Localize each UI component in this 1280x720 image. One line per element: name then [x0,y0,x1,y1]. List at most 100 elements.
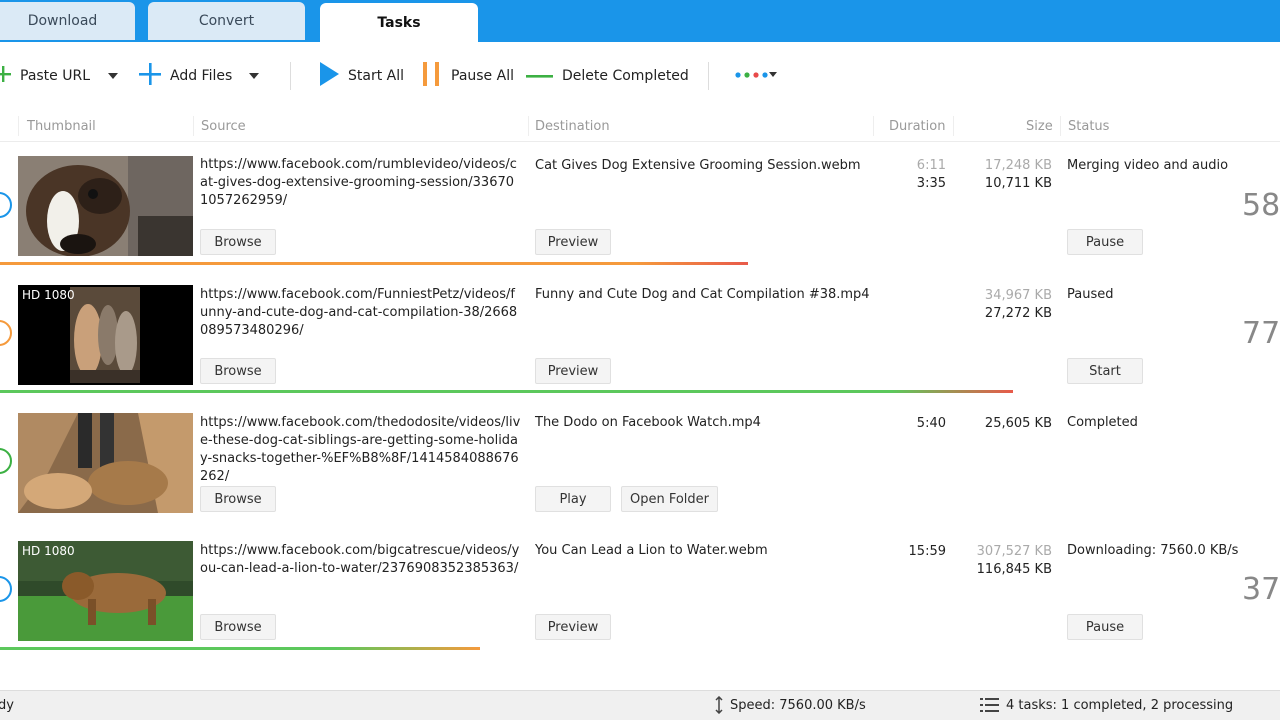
toolbar-divider [708,62,709,90]
column-thumbnail[interactable]: Thumbnail [27,119,96,134]
size-total: 307,527 KB [976,544,1052,559]
play-button[interactable]: Play [535,486,611,512]
size-total: 25,605 KB [984,416,1052,431]
more-dots-icon [734,68,782,84]
more-options-button[interactable] [734,62,782,90]
column-divider [18,116,19,136]
destination-filename: You Can Lead a Lion to Water.webm [535,543,768,558]
toolbar: Paste URL Add Files Start All Pause All … [0,42,1280,110]
task-row[interactable]: https://www.facebook.com/rumblevideo/vid… [0,142,1280,270]
completed-status-icon [0,448,12,474]
size-downloaded: 116,845 KB [976,562,1052,577]
speed-text: Speed: 7560.00 KB/s [730,698,866,713]
delete-completed-button[interactable]: Delete Completed [526,62,689,90]
pause-button[interactable]: Pause [1067,614,1143,640]
column-status[interactable]: Status [1068,119,1109,134]
downloading-status-icon [0,576,12,602]
preview-button[interactable]: Preview [535,229,611,255]
size-total: 17,248 KB [984,158,1052,173]
task-row[interactable]: HD 1080 https://www.facebook.com/bigcatr… [0,528,1280,656]
status-text: Downloading: 7560.0 KB/s [1067,543,1239,558]
progress-percent: 58% [1242,188,1280,223]
column-divider [953,116,954,136]
tasks-summary: 4 tasks: 1 completed, 2 processing [1006,698,1234,713]
size-downloaded: 27,272 KB [984,306,1052,321]
duration: 15:59 [880,543,946,561]
add-files-dropdown-icon[interactable] [249,73,259,79]
tab-tasks[interactable]: Tasks [320,3,478,42]
progress-bar [0,262,748,265]
tab-bar: Download Convert Tasks [0,0,1280,42]
size-downloaded: 10,711 KB [984,176,1052,191]
column-divider [873,116,874,136]
browse-button[interactable]: Browse [200,229,276,255]
progress-bar [0,390,1013,393]
preview-button[interactable]: Preview [535,358,611,384]
duration: 6:11 3:35 [880,157,946,193]
open-folder-button[interactable]: Open Folder [621,486,718,512]
paste-url-dropdown-icon[interactable] [108,73,118,79]
column-divider [1060,116,1061,136]
column-header: Thumbnail Source Destination Duration Si… [0,110,1280,142]
tab-convert-label: Convert [198,13,255,29]
pause-all-button[interactable]: Pause All [421,62,514,90]
preview-button[interactable]: Preview [535,614,611,640]
downloading-status-icon [0,192,12,218]
start-all-button[interactable]: Start All [318,62,404,90]
source-url: https://www.facebook.com/thedodosite/vid… [200,415,521,484]
column-destination[interactable]: Destination [535,119,610,134]
speed-icon [714,695,724,718]
tab-convert[interactable]: Convert [148,2,305,40]
duration: 5:40 [880,415,946,433]
delete-completed-label: Delete Completed [562,68,689,84]
destination-filename: Funny and Cute Dog and Cat Compilation #… [535,287,870,302]
video-thumbnail [18,156,193,256]
size: 307,527 KB 116,845 KB [960,543,1052,579]
status-text: Paused [1067,287,1114,302]
status-message: dy [0,698,14,713]
video-thumbnail [18,413,193,513]
progress-percent: 37% [1242,572,1280,607]
size: 34,967 KB 27,272 KB [960,287,1052,323]
tab-download-label: Download [27,13,98,29]
start-button[interactable]: Start [1067,358,1143,384]
size: 17,248 KB 10,711 KB [960,157,1052,193]
column-divider [193,116,194,136]
hd-badge: HD 1080 [22,544,75,558]
minus-icon [526,68,554,84]
duration-total: 6:11 [916,158,946,173]
destination-filename: The Dodo on Facebook Watch.mp4 [535,415,761,430]
toolbar-divider [290,62,291,90]
tasks-list-icon [980,697,1000,717]
progress-bar [0,647,480,650]
column-source[interactable]: Source [201,119,246,134]
browse-button[interactable]: Browse [200,486,276,512]
source-url: https://www.facebook.com/FunniestPetz/vi… [200,287,518,338]
progress-percent: 77% [1242,316,1280,351]
column-size[interactable]: Size [1026,119,1053,134]
add-files-button[interactable]: Add Files [138,62,232,90]
browse-button[interactable]: Browse [200,358,276,384]
paused-status-icon [0,320,12,346]
browse-button[interactable]: Browse [200,614,276,640]
size: 25,605 KB [960,415,1052,433]
plus-icon [138,62,162,90]
destination-filename: Cat Gives Dog Extensive Grooming Session… [535,158,861,173]
status-text: Completed [1067,415,1138,430]
status-text: Merging video and audio [1067,158,1229,173]
start-all-label: Start All [348,68,405,84]
paste-url-button[interactable]: Paste URL [0,62,90,90]
play-icon [318,61,340,91]
tab-download[interactable]: Download [0,2,135,40]
source-url: https://www.facebook.com/bigcatrescue/vi… [200,543,520,576]
hd-badge: HD 1080 [22,288,75,302]
column-duration[interactable]: Duration [889,119,945,134]
task-row[interactable]: https://www.facebook.com/thedodosite/vid… [0,400,1280,528]
size-total: 34,967 KB [984,288,1052,303]
task-row[interactable]: HD 1080 https://www.facebook.com/Funnies… [0,272,1280,400]
pause-all-label: Pause All [451,68,514,84]
video-thumbnail: HD 1080 [18,285,193,385]
duration-current: 3:35 [916,176,946,191]
add-files-label: Add Files [170,68,233,84]
pause-button[interactable]: Pause [1067,229,1143,255]
